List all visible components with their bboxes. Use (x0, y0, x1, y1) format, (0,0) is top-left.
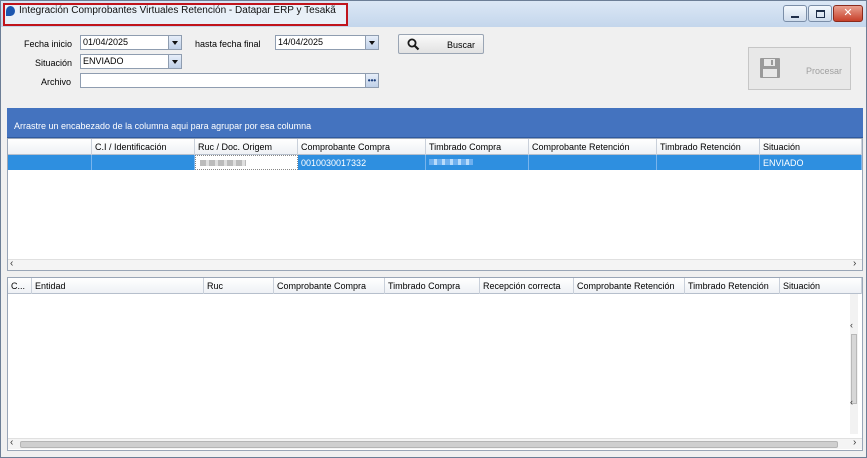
chevron-down-icon (369, 40, 375, 45)
redacted-ruc (200, 160, 246, 166)
floppy-disk-icon (760, 58, 780, 78)
vertical-scrollbar[interactable]: ‹ ‹ (850, 294, 858, 434)
scroll-right-icon[interactable]: › (853, 437, 856, 448)
fecha-inicio-label: Fecha inicio (24, 39, 73, 49)
column-header-comprobante-compra[interactable]: Comprobante Compra (274, 278, 385, 294)
horizontal-scrollbar[interactable]: ‹ › (8, 258, 862, 270)
close-button[interactable]: ✕ (833, 5, 863, 22)
buscar-label: Buscar (447, 40, 476, 50)
column-header-timbrado-retencion[interactable]: Timbrado Retención (685, 278, 780, 294)
fecha-inicio-dropdown[interactable] (168, 36, 181, 49)
comprobante-compra-cell[interactable]: 0010030017332 (298, 155, 426, 170)
situacion-label: Situación (35, 58, 73, 68)
procesar-label: Procesar (806, 66, 843, 76)
scroll-thumb[interactable] (20, 441, 838, 448)
app-logo-icon (6, 6, 15, 16)
row-select-cell[interactable] (8, 155, 92, 170)
redacted-timbrado (429, 159, 473, 165)
column-header-timbrado-compra[interactable]: Timbrado Compra (426, 139, 529, 155)
column-header-situacion[interactable]: Situación (780, 278, 862, 294)
scroll-left-icon[interactable]: ‹ (10, 437, 13, 448)
magnifier-icon (407, 38, 420, 51)
ruc-cell[interactable] (195, 155, 298, 170)
column-header-timbrado-compra[interactable]: Timbrado Compra (385, 278, 480, 294)
situacion-cell[interactable]: ENVIADO (760, 155, 862, 170)
column-header-ruc[interactable]: Ruc (204, 278, 274, 294)
minimize-icon (791, 15, 799, 18)
group-by-panel[interactable]: Arrastre un encabezado de la columna aqu… (7, 108, 863, 138)
scroll-down-icon[interactable]: ‹ (850, 397, 853, 407)
column-header-entidad[interactable]: Entidad (32, 278, 204, 294)
column-header-comprobante-retencion[interactable]: Comprobante Retención (529, 139, 657, 155)
chevron-down-icon (172, 40, 178, 45)
situacion-value: ENVIADO (83, 56, 124, 66)
buscar-button[interactable]: Buscar (398, 34, 484, 54)
ci-cell[interactable] (92, 155, 195, 170)
title-bar[interactable]: Integración Comprobantes Virtuales Reten… (1, 1, 866, 27)
column-header-select[interactable] (8, 139, 92, 155)
fecha-inicio-value: 01/04/2025 (83, 37, 129, 47)
scroll-left-icon[interactable]: ‹ (10, 258, 13, 269)
close-icon: ✕ (843, 7, 853, 19)
column-header-comprobante-compra[interactable]: Comprobante Compra (298, 139, 426, 155)
grid-header: C.I / Identificación Ruc / Doc. Origem C… (8, 139, 862, 155)
timbrado-retencion-cell[interactable] (657, 155, 760, 170)
column-header-situacion[interactable]: Situación (760, 139, 862, 155)
procesar-button[interactable]: Procesar (748, 47, 851, 90)
main-window: Integración Comprobantes Virtuales Reten… (0, 0, 867, 458)
horizontal-scrollbar[interactable]: ‹ › (8, 437, 862, 449)
chevron-down-icon (172, 59, 178, 64)
hasta-fecha-final-value: 14/04/2025 (278, 37, 324, 47)
browse-button[interactable]: ••• (365, 74, 378, 87)
maximize-button[interactable] (808, 5, 832, 22)
scroll-up-icon[interactable]: ‹ (850, 320, 853, 330)
maximize-icon (815, 9, 825, 18)
column-header-ci[interactable]: C.I / Identificación (92, 139, 195, 155)
vertical-scroll-thumb[interactable] (851, 334, 857, 404)
retenciones-grid[interactable]: C.I / Identificación Ruc / Doc. Origem C… (7, 138, 863, 271)
situacion-select[interactable]: ENVIADO (80, 54, 182, 69)
hasta-fecha-final-label: hasta fecha final (195, 39, 261, 49)
hasta-fecha-final-dropdown[interactable] (365, 36, 378, 49)
window-title: Integración Comprobantes Virtuales Reten… (19, 5, 336, 16)
fecha-inicio-field[interactable]: 01/04/2025 (80, 35, 182, 50)
archivo-label: Archivo (41, 77, 72, 87)
detalle-grid[interactable]: C... Entidad Ruc Comprobante Compra Timb… (7, 277, 863, 451)
timbrado-compra-cell[interactable] (426, 155, 529, 170)
ellipsis-icon: ••• (367, 76, 377, 85)
comprobante-retencion-cell[interactable] (529, 155, 657, 170)
situacion-dropdown[interactable] (168, 55, 181, 68)
table-row[interactable]: 0010030017332 ENVIADO (8, 155, 862, 170)
group-by-hint: Arrastre un encabezado de la columna aqu… (14, 121, 312, 131)
minimize-button[interactable] (783, 5, 807, 22)
archivo-input[interactable]: ••• (80, 73, 379, 88)
scroll-right-icon[interactable]: › (853, 258, 856, 269)
column-header-timbrado-retencion[interactable]: Timbrado Retención (657, 139, 760, 155)
hasta-fecha-final-field[interactable]: 14/04/2025 (275, 35, 379, 50)
column-header-recepcion-correcta[interactable]: Recepción correcta (480, 278, 574, 294)
column-header-ruc[interactable]: Ruc / Doc. Origem (195, 139, 298, 155)
column-header-c[interactable]: C... (8, 278, 32, 294)
column-header-comprobante-retencion[interactable]: Comprobante Retención (574, 278, 685, 294)
grid-header: C... Entidad Ruc Comprobante Compra Timb… (8, 278, 862, 294)
